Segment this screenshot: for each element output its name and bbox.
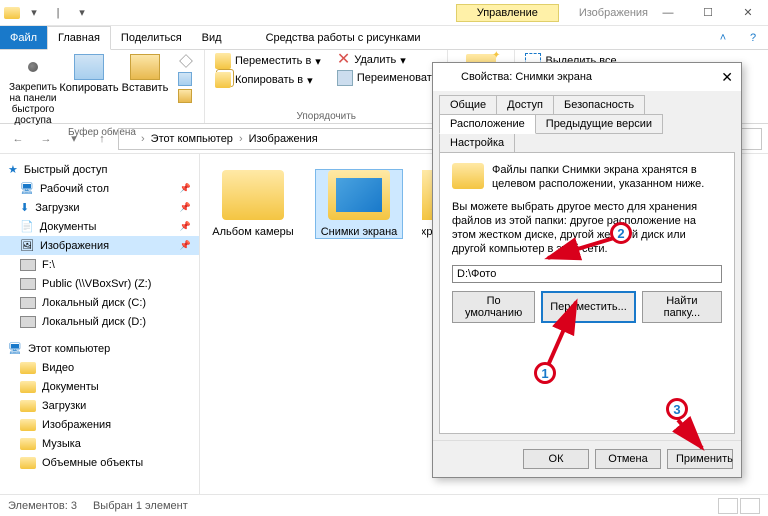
tab-location[interactable]: Расположение <box>439 114 536 134</box>
annotation-arrows <box>0 0 768 516</box>
